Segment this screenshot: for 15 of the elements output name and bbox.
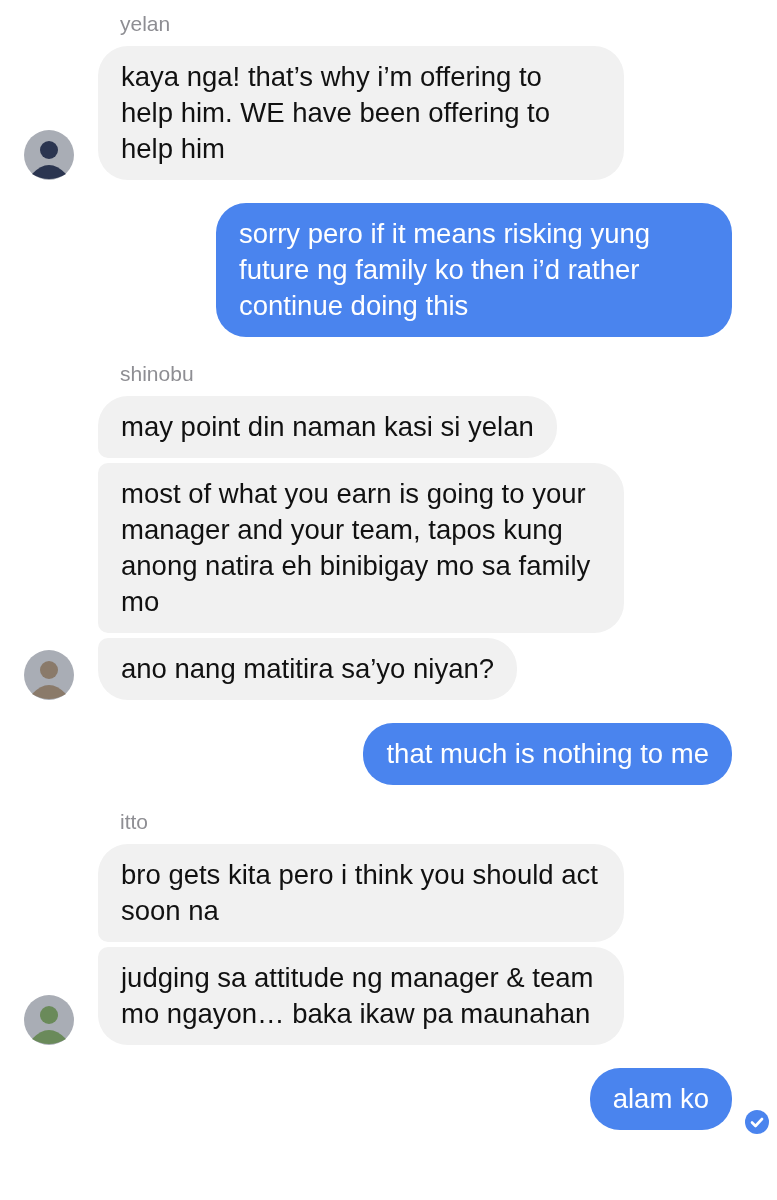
sender-name: itto <box>120 809 149 835</box>
message-bubble: judging sa attitude ng manager & team mo ngayon… baka ikaw pa maunahan <box>98 947 624 1045</box>
sender-name: yelan <box>120 11 172 37</box>
avatar <box>24 995 74 1045</box>
message-bubble: most of what you earn is going to your manager and your team, tapos kung anong natira eh binibigay mo sa family mo <box>98 463 624 633</box>
message-bubble: ano nang matitira sa’yo niyan? <box>98 638 517 700</box>
message-bubble: bro gets kita pero i think you should act soon na <box>98 844 624 942</box>
sender-name: shinobu <box>120 361 195 387</box>
message-bubble: alam ko <box>589 1068 732 1130</box>
message-bubble: that much is nothing to me <box>363 723 732 785</box>
message-bubble: may point din naman kasi si yelan <box>98 396 557 458</box>
avatar <box>24 650 74 700</box>
avatar <box>24 130 74 180</box>
message-bubble: kaya nga! that’s why i’m offering to help him. WE have been offering to help him <box>98 46 624 180</box>
message-bubble: sorry pero if it means risking yung future ng family ko then i’d rather continue doing this <box>216 203 732 337</box>
